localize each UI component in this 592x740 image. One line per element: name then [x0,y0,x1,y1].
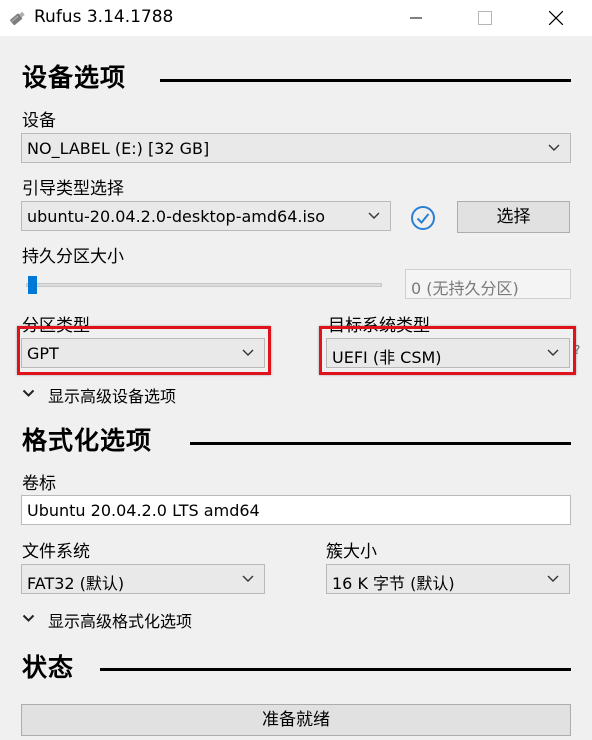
cluster-size-label: 簇大小 [326,542,377,562]
device-select[interactable]: NO_LABEL (E:) [32 GB] [21,133,571,163]
chevron-down-icon [22,614,35,622]
advanced-device-label: 显示高级设备选项 [48,387,177,406]
volume-label-label: 卷标 [22,474,56,494]
device-options-heading: 设备选项 [22,63,127,92]
window-title: Rufus 3.14.1788 [34,7,174,27]
minimize-button[interactable] [393,0,439,36]
persistent-size-value: 0 (无持久分区) [411,279,519,298]
format-options-heading: 格式化选项 [22,426,153,455]
chevron-down-icon [368,212,380,219]
volume-label-input[interactable]: Ubuntu 20.04.2.0 LTS amd64 [21,495,571,525]
check-circle-icon[interactable] [410,205,436,231]
chevron-down-icon [22,389,35,397]
usb-drive-icon [10,11,25,26]
device-select-value: NO_LABEL (E:) [32 GB] [27,139,210,158]
volume-label-value: Ubuntu 20.04.2.0 LTS amd64 [27,501,260,520]
status-text: 准备就绪 [262,710,330,730]
status-heading: 状态 [22,653,75,682]
title-bar: Rufus 3.14.1788 [0,0,592,36]
maximize-icon [478,11,492,25]
device-label: 设备 [22,111,56,131]
minimize-icon [410,17,422,19]
persistent-partition-label: 持久分区大小 [22,247,124,267]
persistent-size-slider[interactable] [26,283,382,287]
file-system-select[interactable]: FAT32 (默认) [21,564,265,594]
select-button[interactable]: 选择 [457,201,570,233]
chevron-down-icon [242,575,254,582]
file-system-value: FAT32 (默认) [27,574,125,593]
advanced-format-label: 显示高级格式化选项 [48,612,193,631]
section-divider [100,668,571,671]
highlight-box-target [319,326,576,375]
cluster-size-value: 16 K 字节 (默认) [332,574,455,593]
maximize-button[interactable] [462,0,508,36]
file-system-label: 文件系统 [22,542,90,562]
boot-selection-label: 引导类型选择 [22,179,124,199]
chevron-down-icon [547,575,559,582]
chevron-down-icon [548,144,560,151]
section-divider [190,442,571,445]
close-button[interactable] [533,0,579,36]
close-icon [549,11,563,25]
persistent-size-field: 0 (无持久分区) [405,269,571,299]
slider-thumb[interactable] [28,276,37,294]
highlight-box-partition [17,326,271,375]
cluster-size-select[interactable]: 16 K 字节 (默认) [326,564,570,594]
section-divider [160,79,571,82]
boot-selection-select[interactable]: ubuntu-20.04.2.0-desktop-amd64.iso [21,201,391,231]
status-progress-bar: 准备就绪 [21,704,571,736]
boot-selection-value: ubuntu-20.04.2.0-desktop-amd64.iso [27,207,326,226]
